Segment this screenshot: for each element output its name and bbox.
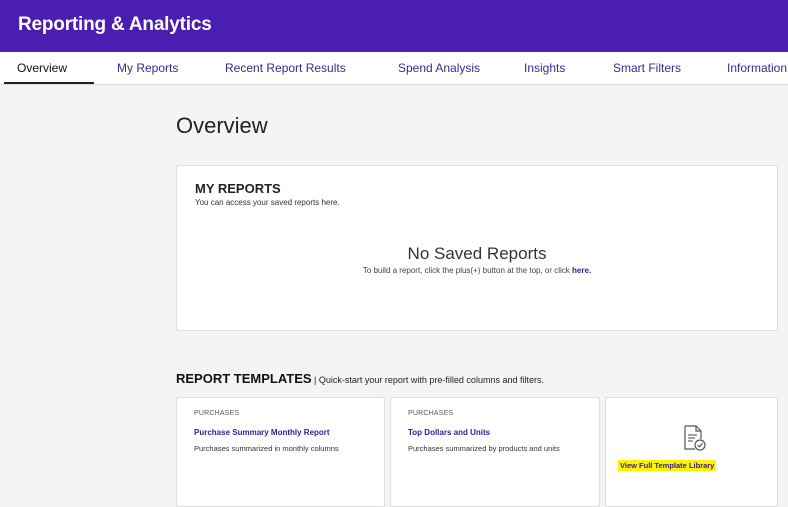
empty-state-text: To build a report, click the plus(+) but… bbox=[177, 266, 777, 275]
template-category: PURCHASES bbox=[408, 410, 454, 417]
template-name[interactable]: Top Dollars and Units bbox=[408, 428, 490, 437]
tab-insights[interactable]: Insights bbox=[524, 61, 565, 75]
active-tab-indicator bbox=[4, 82, 94, 84]
empty-state-instructions: To build a report, click the plus(+) but… bbox=[362, 266, 570, 275]
template-description: Purchases summarized by products and uni… bbox=[408, 444, 560, 453]
tab-overview[interactable]: Overview bbox=[17, 61, 67, 75]
tab-information[interactable]: Information bbox=[727, 61, 787, 75]
my-reports-heading: MY REPORTS bbox=[195, 181, 281, 196]
my-reports-card: MY REPORTS You can access your saved rep… bbox=[176, 165, 778, 331]
template-description: Purchases summarized in monthly columns bbox=[194, 444, 339, 453]
tab-bar: Overview My Reports Recent Report Result… bbox=[0, 52, 788, 85]
report-templates-title: REPORT TEMPLATES bbox=[176, 371, 312, 386]
view-template-library-link[interactable]: View Full Template Library bbox=[618, 460, 717, 471]
report-templates-heading: REPORT TEMPLATES | Quick-start your repo… bbox=[176, 371, 544, 386]
tab-recent-report-results[interactable]: Recent Report Results bbox=[225, 61, 346, 75]
page-title: Overview bbox=[176, 113, 268, 138]
report-templates-separator: | bbox=[311, 375, 319, 385]
create-report-link[interactable]: here. bbox=[572, 266, 591, 275]
template-category: PURCHASES bbox=[194, 410, 240, 417]
tab-spend-analysis[interactable]: Spend Analysis bbox=[398, 61, 480, 75]
document-check-icon bbox=[684, 425, 706, 451]
template-name[interactable]: Purchase Summary Monthly Report bbox=[194, 428, 330, 437]
template-library-card[interactable]: View Full Template Library bbox=[605, 397, 778, 507]
report-templates-description: Quick-start your report with pre-filled … bbox=[318, 375, 544, 385]
app-header: Reporting & Analytics bbox=[0, 0, 788, 52]
my-reports-subtitle: You can access your saved reports here. bbox=[195, 198, 340, 207]
app-title: Reporting & Analytics bbox=[18, 14, 212, 35]
tab-smart-filters[interactable]: Smart Filters bbox=[613, 61, 681, 75]
empty-state-title: No Saved Reports bbox=[407, 244, 547, 263]
template-card-purchase-summary[interactable]: PURCHASES Purchase Summary Monthly Repor… bbox=[176, 397, 385, 507]
tab-my-reports[interactable]: My Reports bbox=[117, 61, 178, 75]
template-card-top-dollars[interactable]: PURCHASES Top Dollars and Units Purchase… bbox=[390, 397, 600, 507]
